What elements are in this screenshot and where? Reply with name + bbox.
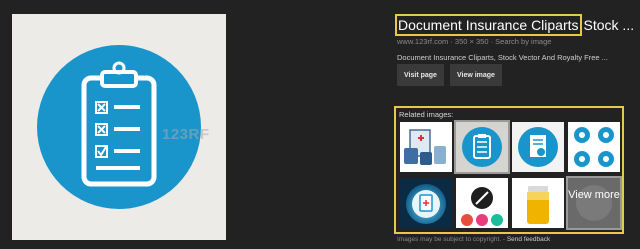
copyright-text: Images may be subject to copyright. [397, 236, 502, 243]
related-thumbnail[interactable] [454, 120, 510, 174]
image-meta: www.123rf.com · 350 × 350 · Search by im… [397, 37, 552, 46]
view-more-label[interactable]: View more [568, 189, 620, 201]
related-thumbnail[interactable] [512, 122, 564, 172]
image-title-link[interactable]: Document Insurance Cliparts [395, 14, 582, 36]
related-thumbnail[interactable] [400, 178, 452, 228]
visit-page-button[interactable]: Visit page [397, 64, 444, 86]
main-image-preview[interactable]: 123RF [12, 14, 226, 240]
copyright-footer: Images may be subject to copyright. - Se… [397, 236, 550, 243]
image-info-panel: Document Insurance Cliparts Stock ... ww… [395, 14, 637, 62]
view-image-button[interactable]: View image [449, 64, 502, 86]
image-title-rest[interactable]: Stock ... [584, 16, 635, 34]
image-title-row: Document Insurance Cliparts Stock ... [395, 14, 637, 36]
send-feedback-link[interactable]: Send feedback [507, 236, 550, 243]
related-images-section: Related images: View more [394, 106, 624, 234]
related-images-label: Related images: [399, 110, 454, 119]
related-thumbnail[interactable] [400, 122, 452, 172]
image-description: Document Insurance Cliparts, Stock Vecto… [397, 53, 608, 62]
view-more-thumbnail[interactable]: View more [566, 176, 622, 230]
action-buttons: Visit page View image [397, 64, 502, 86]
related-thumbnail[interactable] [456, 178, 508, 228]
related-thumbnail[interactable] [568, 122, 620, 172]
related-thumbnail[interactable] [512, 178, 564, 228]
watermark-text: 123RF [162, 126, 210, 143]
